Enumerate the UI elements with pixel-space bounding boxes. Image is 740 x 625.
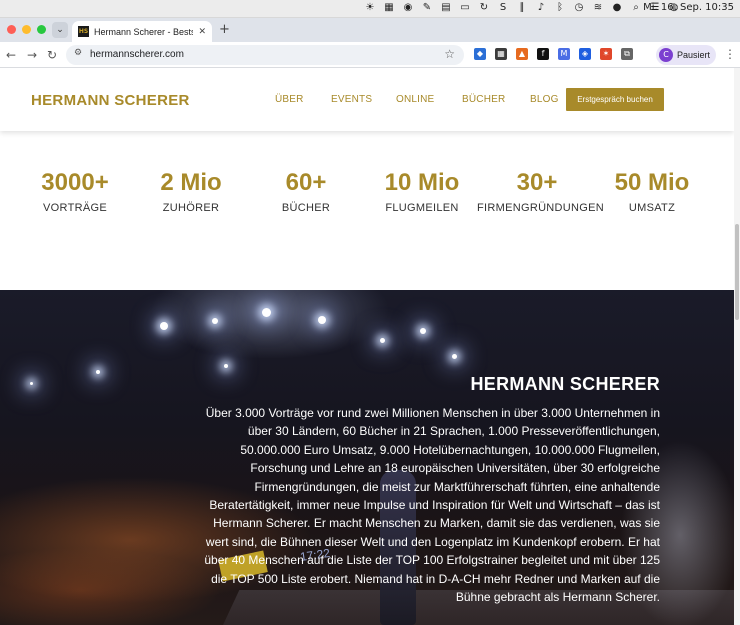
extension-sun-icon[interactable]: ✶	[600, 48, 612, 60]
stat-item: 30+ FIRMENGRÜNDUNGEN	[477, 168, 605, 214]
close-tab-icon[interactable]: ✕	[198, 27, 206, 37]
hero-section: 17:22 HERMANN SCHERER Über 3.000 Vorträg…	[0, 290, 734, 625]
tab-title: Hermann Scherer - Bestseller	[94, 26, 194, 37]
extension-f-icon[interactable]: f	[537, 48, 549, 60]
extension-keyboard-icon[interactable]: ▦	[495, 48, 507, 60]
extensions-puzzle-icon[interactable]: ⧉	[621, 48, 633, 60]
webpage-viewport: HERMANN SCHERER ÜBER EVENTS ONLINE BÜCHE…	[0, 68, 734, 625]
new-tab-button[interactable]: +	[219, 22, 230, 38]
browser-menu-icon[interactable]: ⋮	[724, 47, 736, 61]
time-machine-icon[interactable]: ◷	[573, 2, 585, 14]
window-controls	[7, 25, 46, 34]
forward-arrow-icon[interactable]: →	[27, 47, 37, 63]
spotlight-search-icon[interactable]: ⌕	[630, 2, 642, 14]
volume-icon[interactable]: ♪	[535, 2, 547, 14]
back-arrow-icon[interactable]: ←	[6, 47, 16, 63]
profile-status-label: Pausiert	[677, 50, 711, 60]
brightness-icon[interactable]: ☀	[364, 2, 376, 14]
extension-tag-icon[interactable]: ◈	[579, 48, 591, 60]
close-window-button[interactable]	[7, 25, 16, 34]
stage-light	[262, 308, 271, 317]
site-header: HERMANN SCHERER ÜBER EVENTS ONLINE BÜCHE…	[0, 68, 734, 131]
app-grid-icon[interactable]: ▦	[383, 2, 395, 14]
stage-light	[160, 322, 168, 330]
extension-icons: ◆ ▦ ▲ f M ◈ ✶ ⧉	[474, 48, 633, 60]
stage-light	[212, 318, 218, 324]
camera-icon[interactable]: ◉	[402, 2, 414, 14]
stat-item: 3000+ VORTRÄGE	[15, 168, 135, 214]
hero-description: Über 3.000 Vorträge vor rund zwei Millio…	[204, 406, 660, 605]
stat-label: FIRMENGRÜNDUNGEN	[477, 202, 605, 214]
s-app-icon[interactable]: S	[497, 2, 509, 14]
nav-item-online[interactable]: ONLINE	[396, 94, 434, 105]
book-consultation-button[interactable]: Erstgespräch buchen	[566, 88, 664, 111]
stat-label: VORTRÄGE	[43, 202, 107, 214]
wallet-icon[interactable]: ▭	[459, 2, 471, 14]
url-text[interactable]: hermannscherer.com	[90, 49, 184, 60]
minimize-window-button[interactable]	[22, 25, 31, 34]
stage-light	[452, 354, 457, 359]
extension-m-icon[interactable]: M	[558, 48, 570, 60]
stat-value: 3000+	[41, 169, 109, 196]
bookmark-star-icon[interactable]: ☆	[444, 47, 455, 61]
scrollbar-thumb[interactable]	[735, 224, 739, 320]
browser-tab-strip: ⌄ HS Hermann Scherer - Bestseller ✕ +	[0, 18, 740, 42]
menu-bar-status-icons: ☀ ▦ ◉ ✎ ▤ ▭ ↻ S ∥ ♪ ᛒ ◷ ≋ ● ⌕ ☰ ◍	[364, 2, 680, 14]
stat-item: 2 Mio ZUHÖRER	[131, 168, 251, 214]
address-bar[interactable]: ⚙ hermannscherer.com ☆	[66, 45, 464, 65]
menu-bar-clock[interactable]: Mi. 16. Sep. 10:35	[643, 2, 734, 13]
stat-value: 10 Mio	[384, 169, 460, 196]
nav-item-buecher[interactable]: BÜCHER	[462, 94, 505, 105]
bluetooth-icon[interactable]: ᛒ	[554, 2, 566, 14]
stat-label: BÜCHER	[281, 202, 331, 214]
nav-item-blog[interactable]: BLOG	[530, 94, 559, 105]
stat-item: 50 Mio UMSATZ	[592, 168, 712, 214]
stat-value: 60+	[285, 169, 327, 196]
stat-label: UMSATZ	[628, 202, 676, 214]
stat-item: 60+ BÜCHER	[246, 168, 366, 214]
sync-icon[interactable]: ↻	[478, 2, 490, 14]
site-favicon-icon: HS	[78, 26, 89, 37]
stage-light	[380, 338, 385, 343]
nav-item-ueber[interactable]: ÜBER	[275, 94, 304, 105]
user-icon[interactable]: ●	[611, 2, 623, 14]
wifi-icon[interactable]: ≋	[592, 2, 604, 14]
media-icon[interactable]: ▤	[440, 2, 452, 14]
tab-search-button[interactable]: ⌄	[52, 22, 68, 38]
site-info-icon[interactable]: ⚙	[74, 48, 82, 58]
browser-toolbar: ← → ↻ ⚙ hermannscherer.com ☆ ◆ ▦ ▲ f M ◈…	[0, 42, 740, 68]
page-scrollbar[interactable]	[734, 68, 740, 625]
stage-light	[318, 316, 326, 324]
stat-label: FLUGMEILEN	[385, 202, 459, 214]
browser-tab-active[interactable]: HS Hermann Scherer - Bestseller ✕	[72, 21, 212, 42]
stat-value: 30+	[516, 169, 558, 196]
stat-value: 2 Mio	[160, 169, 222, 196]
nav-item-events[interactable]: EVENTS	[331, 94, 372, 105]
extension-blue-icon[interactable]: ◆	[474, 48, 486, 60]
site-logo[interactable]: HERMANN SCHERER	[31, 92, 190, 109]
stage-light	[224, 364, 228, 368]
stats-section: 3000+ VORTRÄGE 2 Mio ZUHÖRER 60+ BÜCHER …	[0, 168, 734, 238]
stat-item: 10 Mio FLUGMEILEN	[362, 168, 482, 214]
zoom-window-button[interactable]	[37, 25, 46, 34]
metamask-fox-icon[interactable]: ▲	[516, 48, 528, 60]
pause-icon[interactable]: ∥	[516, 2, 528, 14]
profile-button[interactable]: C Pausiert	[656, 45, 716, 65]
stage-light	[420, 328, 426, 334]
stat-label: ZUHÖRER	[162, 202, 220, 214]
reload-icon[interactable]: ↻	[47, 47, 57, 63]
stat-value: 50 Mio	[614, 169, 690, 196]
hero-title: HERMANN SCHERER	[470, 374, 660, 394]
macos-menu-bar: ☀ ▦ ◉ ✎ ▤ ▭ ↻ S ∥ ♪ ᛒ ◷ ≋ ● ⌕ ☰ ◍ Mi. 16…	[0, 0, 740, 18]
profile-avatar: C	[659, 48, 673, 62]
notes-icon[interactable]: ✎	[421, 2, 433, 14]
